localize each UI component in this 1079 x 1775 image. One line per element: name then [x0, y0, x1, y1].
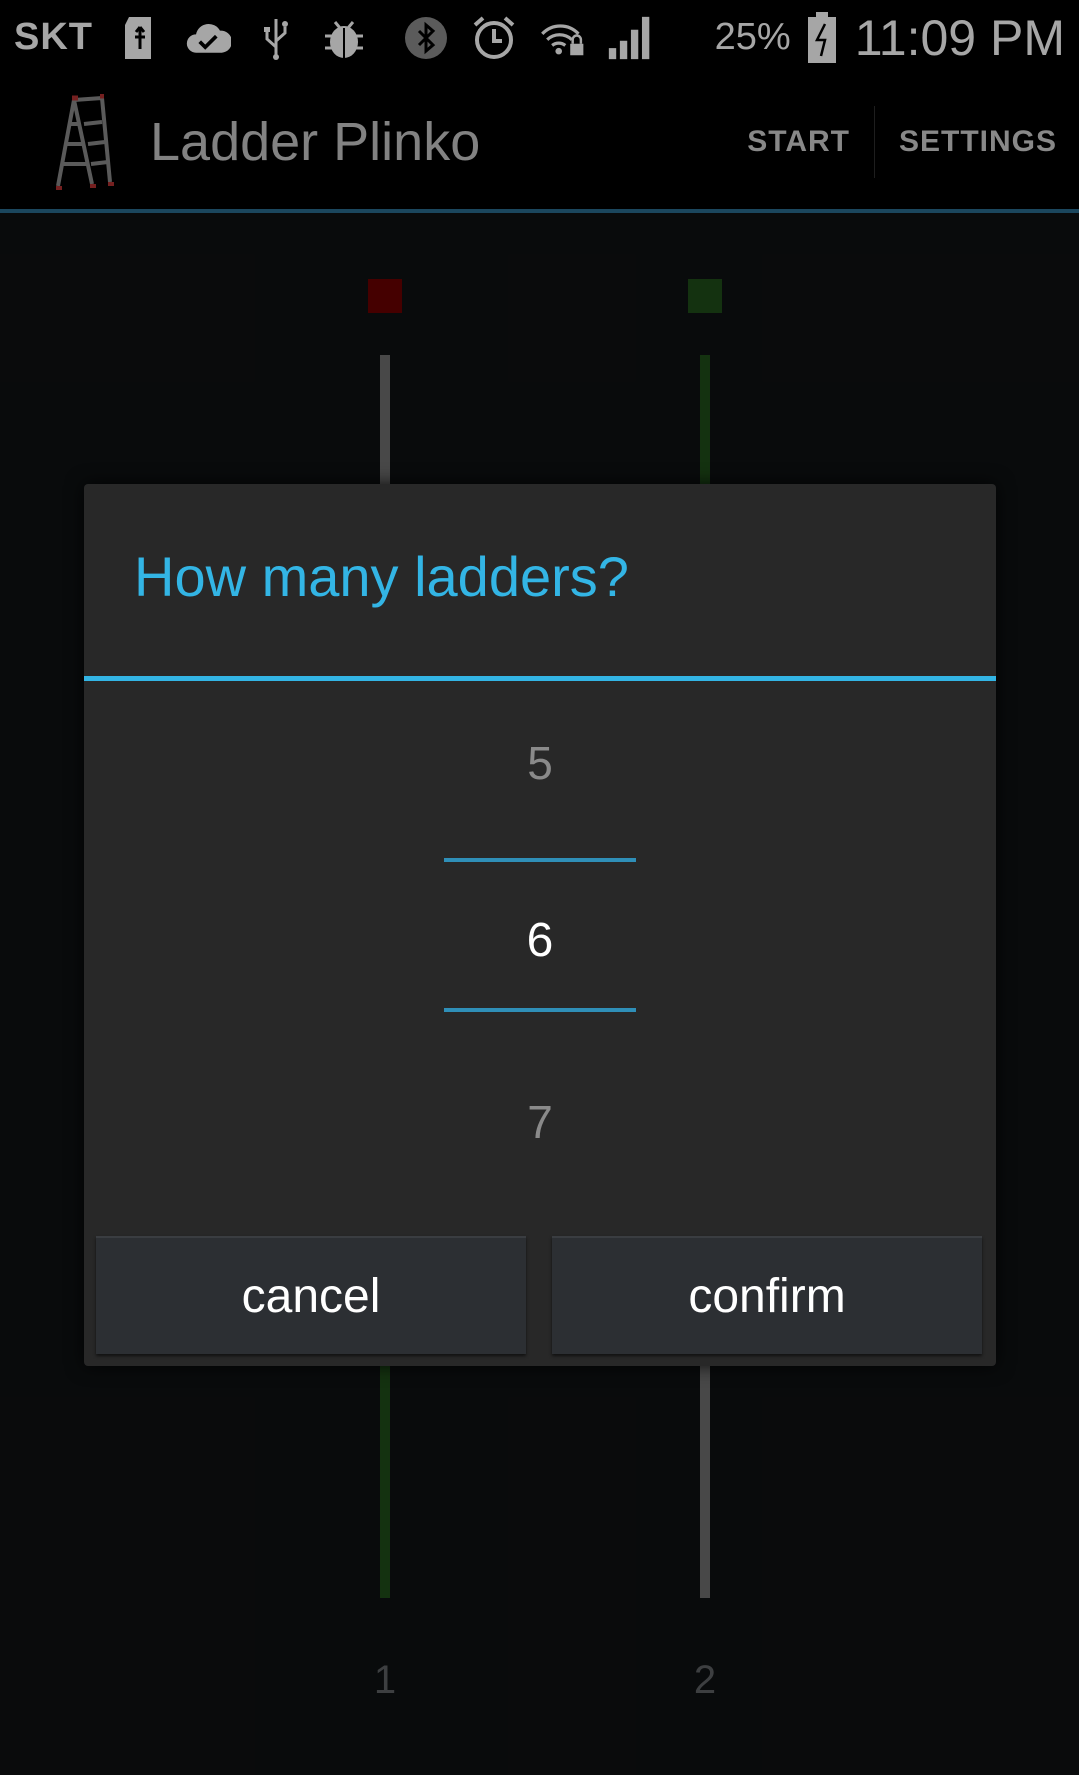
picker-upper-divider [444, 858, 636, 862]
dialog-title: How many ladders? [134, 545, 629, 608]
picker-next-value[interactable]: 7 [84, 1095, 996, 1149]
picker-previous-value[interactable]: 5 [84, 736, 996, 790]
cancel-button[interactable]: cancel [96, 1236, 526, 1354]
number-picker[interactable]: 5 6 7 [84, 681, 996, 1221]
picker-lower-divider [444, 1008, 636, 1012]
ladder-count-dialog: How many ladders? 5 6 7 cancel confirm [84, 484, 996, 1366]
confirm-button[interactable]: confirm [552, 1236, 982, 1354]
screen: SKT 25% 11:09 PM Ladder Plinko START SET… [0, 0, 1079, 1775]
picker-selected-value[interactable]: 6 [84, 913, 996, 968]
